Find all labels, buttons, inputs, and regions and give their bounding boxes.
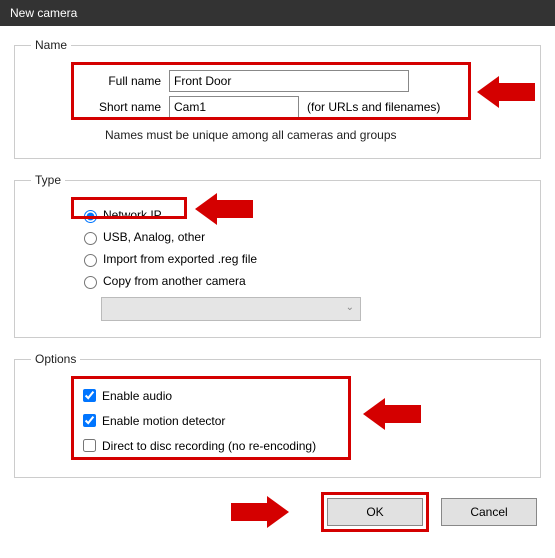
group-name: Name Full name Short name (for URLs and … [14,38,541,159]
radio-import-reg-input[interactable] [84,254,97,267]
copy-camera-dropdown[interactable]: ⌄ [101,297,361,321]
short-name-label: Short name [79,100,169,114]
cancel-button[interactable]: Cancel [441,498,537,526]
radio-import-reg[interactable]: Import from exported .reg file [79,251,524,267]
radio-usb-analog[interactable]: USB, Analog, other [79,229,524,245]
check-enable-audio-input[interactable] [83,389,96,402]
radio-usb-analog-input[interactable] [84,232,97,245]
name-uniqueness-note: Names must be unique among all cameras a… [105,128,524,142]
check-enable-motion-input[interactable] [83,414,96,427]
radio-network-ip-input[interactable] [84,210,97,223]
radio-usb-analog-label: USB, Analog, other [103,230,205,244]
chevron-down-icon: ⌄ [346,302,354,313]
window-titlebar: New camera [0,0,555,26]
group-type: Type Network IP USB, Analog, other Impor… [14,173,541,338]
radio-copy-camera-input[interactable] [84,276,97,289]
full-name-input[interactable] [169,70,409,92]
group-options-legend: Options [31,352,80,366]
short-name-input[interactable] [169,96,299,118]
check-enable-motion[interactable]: Enable motion detector [79,411,524,430]
check-enable-audio[interactable]: Enable audio [79,386,524,405]
group-options: Options Enable audio Enable motion detec… [14,352,541,478]
group-name-legend: Name [31,38,71,52]
short-name-hint: (for URLs and filenames) [307,100,440,114]
full-name-label: Full name [79,74,169,88]
radio-network-ip[interactable]: Network IP [79,207,524,223]
check-enable-audio-label: Enable audio [102,389,172,403]
radio-copy-camera[interactable]: Copy from another camera [79,273,524,289]
annotation-arrow-ok [231,496,289,528]
dialog-client: Name Full name Short name (for URLs and … [0,26,555,550]
radio-copy-camera-label: Copy from another camera [103,274,246,288]
window-title: New camera [10,6,77,20]
radio-import-reg-label: Import from exported .reg file [103,252,257,266]
group-type-legend: Type [31,173,65,187]
check-direct-disc[interactable]: Direct to disc recording (no re-encoding… [79,436,524,455]
check-direct-disc-label: Direct to disc recording (no re-encoding… [102,439,316,453]
ok-button[interactable]: OK [327,498,423,526]
annotation-ok-box: OK [321,492,429,532]
radio-network-ip-label: Network IP [103,208,162,222]
check-enable-motion-label: Enable motion detector [102,414,225,428]
check-direct-disc-input[interactable] [83,439,96,452]
